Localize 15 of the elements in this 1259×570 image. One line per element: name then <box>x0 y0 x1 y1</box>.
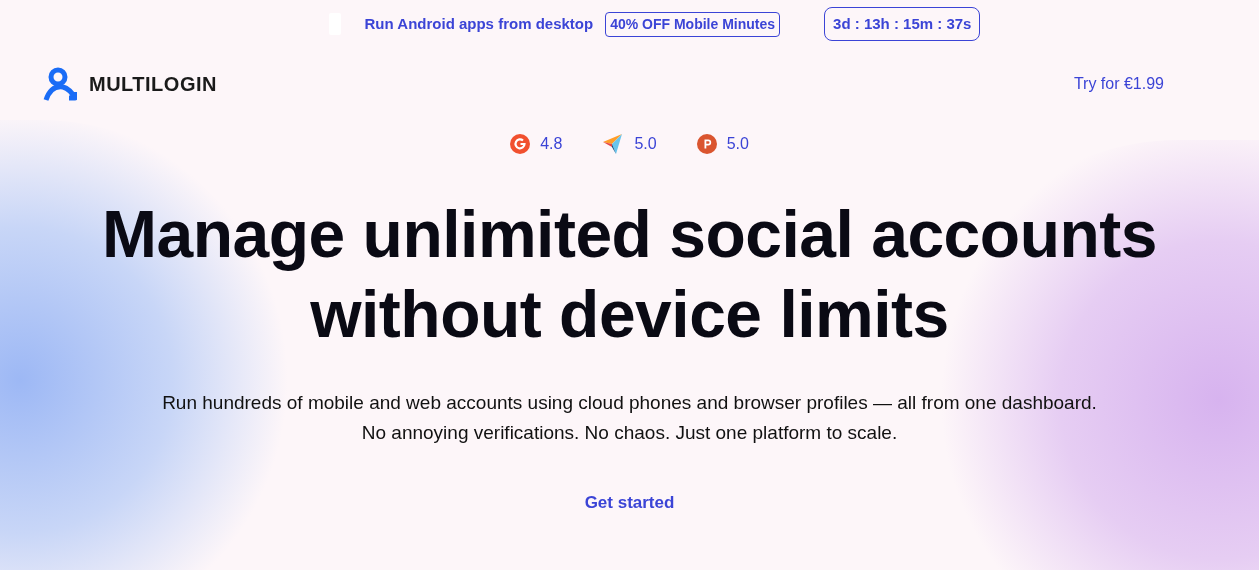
paper-plane-icon <box>602 133 625 155</box>
logo-wordmark[interactable]: MULTILOGIN <box>89 69 217 99</box>
discount-badge: 40% OFF Mobile Minutes <box>605 11 781 37</box>
hero-heading: Manage unlimited social accounts without device limits <box>102 196 1157 353</box>
product-hunt-logo-icon <box>696 134 717 154</box>
rating-score: 5.0 <box>634 134 657 154</box>
hero-subtitle: Run hundreds of mobile and web accounts using cloud phones and browser profiles — all from one dashboard. No annoying verifications. No chaos. Just one platform to scale. <box>162 391 1097 445</box>
countdown-timer: 3d : 13h : 15m : 37s <box>824 6 981 42</box>
rating-score: 4.8 <box>540 134 563 154</box>
get-started-link[interactable]: Get started <box>584 490 675 516</box>
g2-logo-icon <box>510 134 531 154</box>
try-link[interactable]: Try for €1.99 <box>1073 72 1164 96</box>
promo-text[interactable]: Run Android apps from desktop <box>364 12 594 36</box>
rating-score: 5.0 <box>726 134 749 154</box>
logo-icon <box>43 67 77 101</box>
